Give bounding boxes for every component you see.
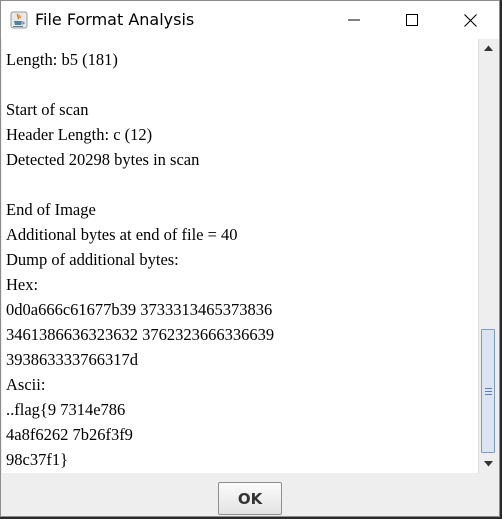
text-line: Header Length: c (12) bbox=[6, 125, 153, 144]
scroll-up-button[interactable] bbox=[479, 39, 498, 57]
text-line: 0d0a666c61677b39 3733313465373836 bbox=[6, 300, 273, 319]
text-line: 393863333766317d bbox=[6, 350, 138, 369]
ok-button-label: OK bbox=[237, 489, 263, 508]
close-button[interactable] bbox=[441, 1, 499, 39]
text-line: 4a8f6262 7b26f3f9 bbox=[6, 425, 133, 444]
scrollbar-thumb[interactable] bbox=[481, 329, 495, 453]
text-line: Dump of additional bytes: bbox=[6, 250, 179, 269]
text-line: Additional bytes at end of file = 40 bbox=[6, 225, 238, 244]
text-line bbox=[6, 172, 274, 197]
chevron-up-icon bbox=[484, 45, 493, 51]
grip-line bbox=[485, 394, 492, 395]
ok-button[interactable]: OK bbox=[218, 482, 282, 515]
java-cup-icon bbox=[10, 11, 28, 29]
text-line: End of Image bbox=[6, 200, 96, 219]
text-line: Detected 20298 bytes in scan bbox=[6, 150, 200, 169]
vertical-scrollbar[interactable] bbox=[478, 39, 498, 473]
text-line bbox=[6, 72, 274, 97]
window-title: File Format Analysis bbox=[35, 10, 195, 29]
text-line: Ascii: bbox=[6, 375, 46, 394]
button-bar: OK bbox=[1, 473, 499, 516]
minimize-icon bbox=[348, 19, 360, 21]
maximize-icon bbox=[406, 14, 418, 26]
scroll-down-button[interactable] bbox=[479, 455, 498, 473]
analysis-text-area[interactable]: Length: b5 (181) Start of scan Header Le… bbox=[2, 39, 478, 473]
grip-line bbox=[485, 388, 492, 389]
close-icon bbox=[463, 13, 477, 27]
text-line: ..flag{9 7314e786 bbox=[6, 400, 126, 419]
text-line: 3461386636323632 3762323666336639 bbox=[6, 325, 275, 344]
maximize-button[interactable] bbox=[383, 1, 441, 39]
grip-line bbox=[485, 391, 492, 392]
text-line: Hex: bbox=[6, 275, 39, 294]
text-line: 98c37f1} bbox=[6, 450, 68, 469]
chevron-down-icon bbox=[484, 461, 493, 467]
text-line: Start of scan bbox=[6, 100, 89, 119]
minimize-button[interactable] bbox=[325, 1, 383, 39]
text-line: Length: b5 (181) bbox=[6, 50, 118, 69]
analysis-lines: Length: b5 (181) Start of scan Header Le… bbox=[6, 47, 274, 472]
title-bar[interactable]: File Format Analysis bbox=[1, 1, 499, 39]
dialog-window: File Format Analysis Length: b5 (181) St… bbox=[0, 0, 500, 517]
